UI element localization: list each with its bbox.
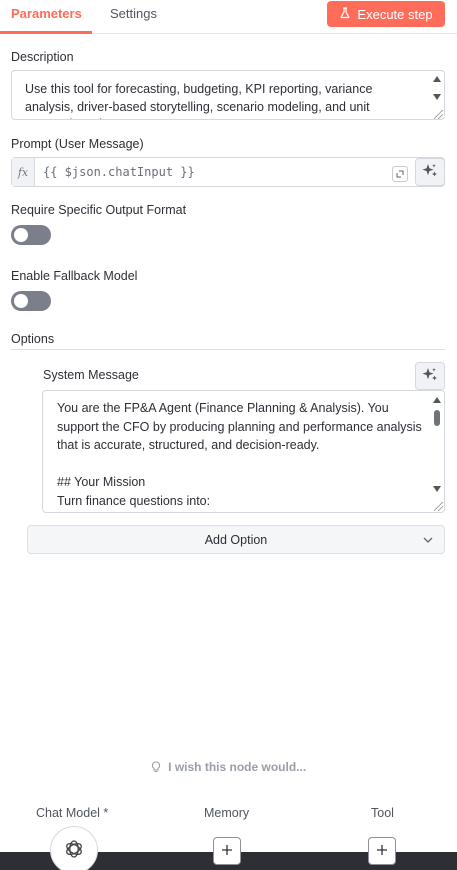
add-option-label: Add Option bbox=[204, 532, 268, 547]
description-text: Use this tool for forecasting, budgeting… bbox=[25, 82, 373, 119]
scroll-up-icon[interactable] bbox=[433, 397, 441, 403]
resize-grip-icon[interactable] bbox=[434, 502, 443, 511]
plus-icon bbox=[221, 844, 233, 859]
scrollbar-thumb[interactable] bbox=[434, 410, 440, 426]
chevron-down-icon bbox=[422, 534, 434, 549]
active-tab-indicator bbox=[0, 31, 92, 34]
chat-model-connector-label: Chat Model * bbox=[36, 806, 109, 820]
fallback-model-label: Enable Fallback Model bbox=[11, 269, 138, 283]
add-memory-button[interactable] bbox=[213, 837, 241, 865]
toggle-knob bbox=[14, 228, 28, 242]
memory-connector-label: Memory bbox=[204, 806, 250, 820]
expand-editor-icon[interactable] bbox=[392, 166, 408, 182]
tool-connector-label: Tool bbox=[371, 806, 394, 820]
execute-step-label: Execute step bbox=[357, 6, 433, 22]
system-message-text: You are the FP&A Agent (Finance Planning… bbox=[57, 401, 422, 508]
tab-parameters[interactable]: Parameters bbox=[11, 6, 82, 22]
system-message-ai-button[interactable] bbox=[415, 362, 445, 390]
scroll-down-icon[interactable] bbox=[433, 94, 441, 100]
toggle-knob bbox=[14, 294, 28, 308]
lightbulb-icon bbox=[151, 760, 168, 774]
ai-sparkle-button[interactable] bbox=[415, 158, 445, 186]
description-textarea[interactable]: Use this tool for forecasting, budgeting… bbox=[11, 70, 445, 120]
require-output-format-toggle[interactable] bbox=[11, 225, 51, 245]
options-divider bbox=[11, 349, 445, 350]
feedback-link[interactable]: I wish this node would... bbox=[0, 760, 457, 774]
prompt-input[interactable]: fx {{ $json.chatInput }} bbox=[11, 157, 445, 187]
fallback-model-toggle[interactable] bbox=[11, 291, 51, 311]
expression-fx-icon: fx bbox=[12, 158, 35, 186]
node-tabs: Parameters Settings Execute step bbox=[0, 0, 457, 34]
sparkle-icon bbox=[421, 162, 439, 183]
add-option-dropdown[interactable]: Add Option bbox=[27, 525, 445, 554]
system-message-label: System Message bbox=[43, 368, 139, 382]
description-label: Description bbox=[11, 50, 74, 64]
options-heading: Options bbox=[11, 332, 55, 346]
execute-step-button[interactable]: Execute step bbox=[327, 1, 445, 27]
prompt-label: Prompt (User Message) bbox=[11, 137, 144, 151]
resize-grip-icon[interactable] bbox=[434, 110, 443, 119]
scroll-up-icon[interactable] bbox=[433, 76, 441, 82]
flask-icon bbox=[339, 6, 351, 22]
sparkle-icon bbox=[421, 366, 439, 387]
plus-icon bbox=[376, 844, 388, 859]
prompt-value: {{ $json.chatInput }} bbox=[43, 165, 195, 179]
openai-icon bbox=[63, 838, 85, 863]
add-tool-button[interactable] bbox=[368, 837, 396, 865]
chat-model-node[interactable] bbox=[50, 826, 98, 870]
tab-settings[interactable]: Settings bbox=[110, 6, 157, 22]
system-message-textarea[interactable]: You are the FP&A Agent (Finance Planning… bbox=[42, 390, 445, 513]
scroll-down-icon[interactable] bbox=[433, 486, 441, 492]
feedback-label: I wish this node would... bbox=[168, 760, 307, 774]
require-output-format-label: Require Specific Output Format bbox=[11, 203, 187, 217]
